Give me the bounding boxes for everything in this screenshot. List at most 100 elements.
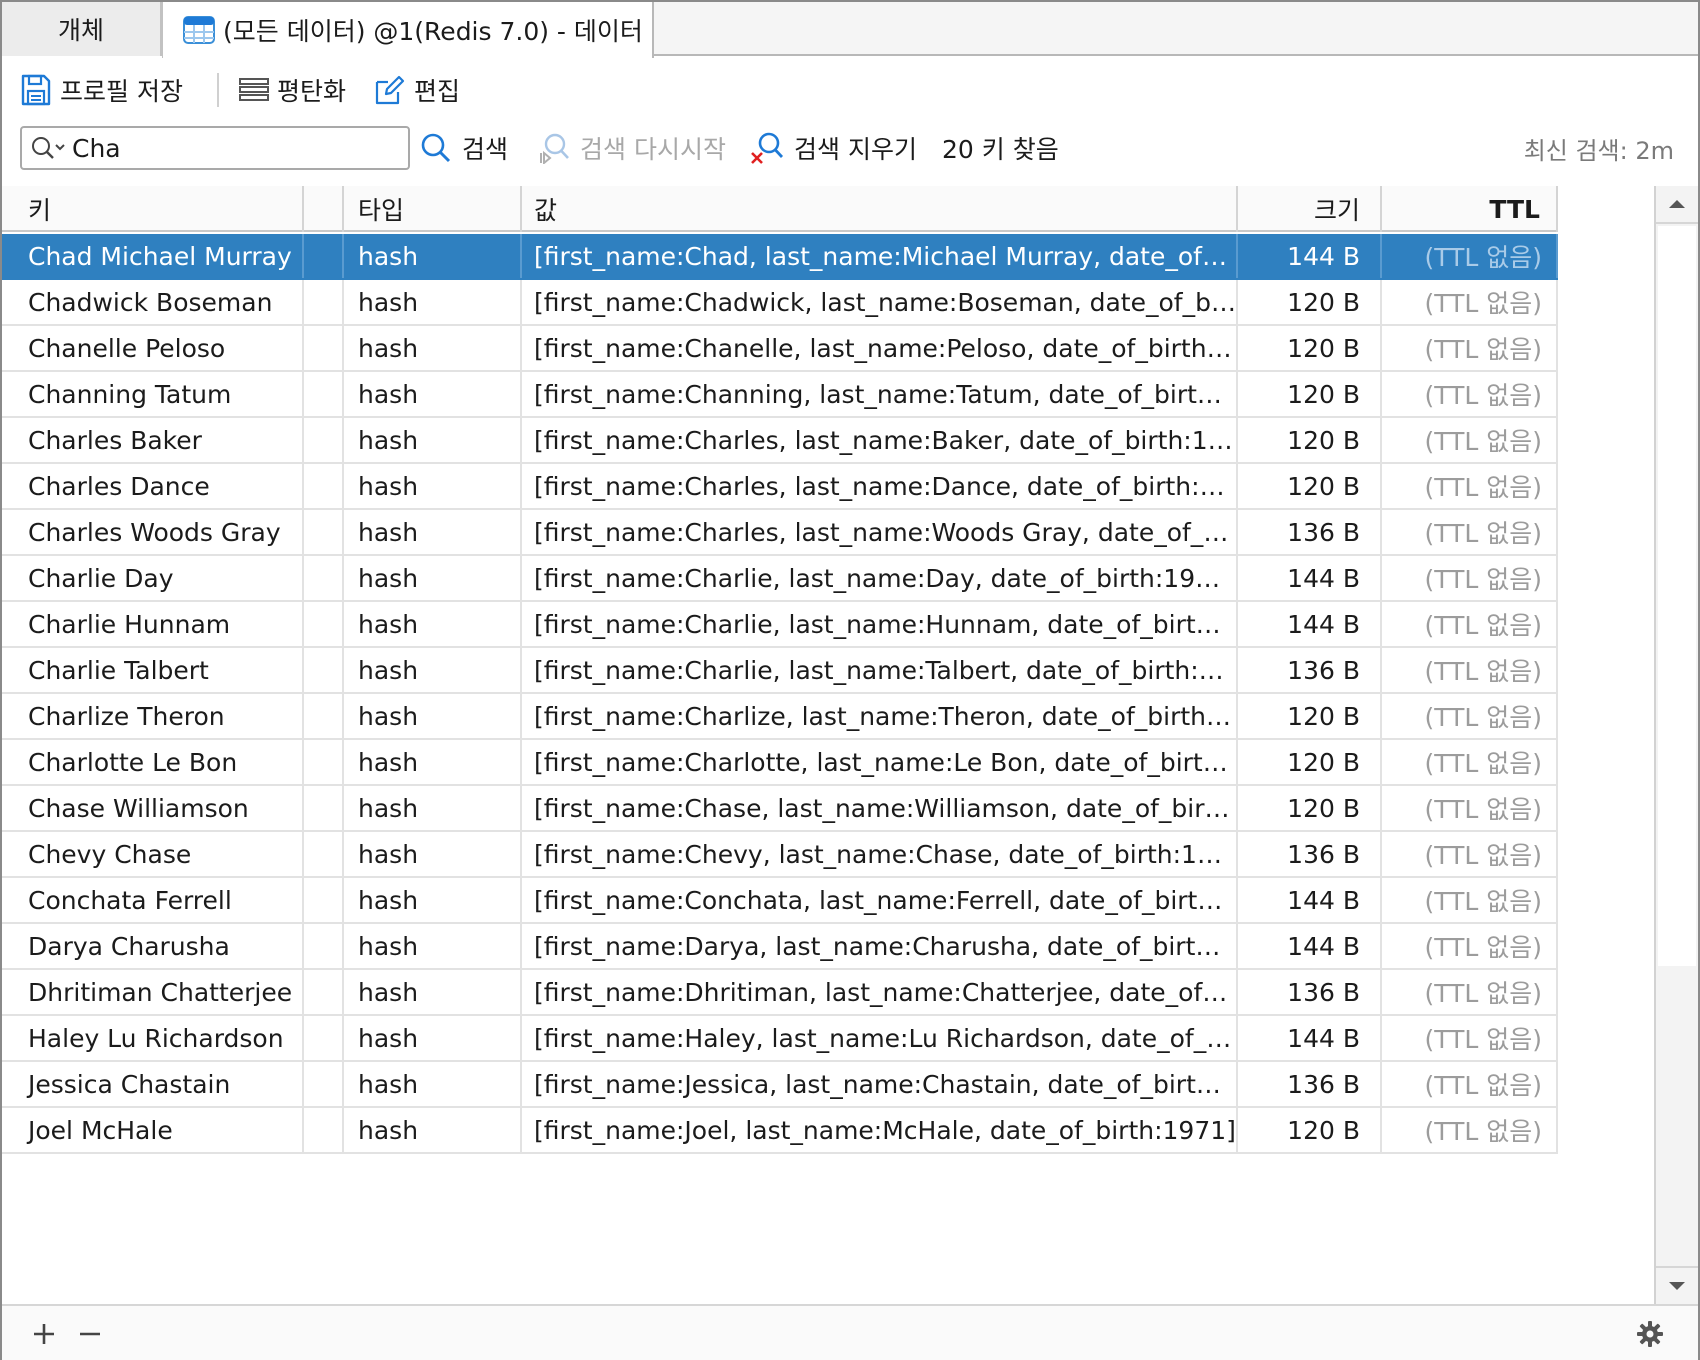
cell-ttl[interactable]: (TTL 없음) bbox=[1382, 510, 1558, 554]
cell-size[interactable]: 120 B bbox=[1238, 372, 1382, 416]
table-row[interactable]: Charlotte Le Bon hash [first_name:Charlott… bbox=[2, 740, 1558, 786]
cell-value[interactable]: [first_name:Darya, last_name:Charusha, d… bbox=[522, 924, 1238, 968]
cell-size[interactable]: 120 B bbox=[1238, 280, 1382, 324]
cell-ttl[interactable]: (TTL 없음) bbox=[1382, 602, 1558, 646]
cell-value[interactable]: [first_name:Chevy, last_name:Chase, date… bbox=[522, 832, 1238, 876]
cell-blank[interactable] bbox=[304, 878, 344, 922]
cell-key[interactable]: Dhritiman Chatterjee bbox=[2, 970, 304, 1014]
cell-blank[interactable] bbox=[304, 280, 344, 324]
edit-button[interactable]: 편집 bbox=[374, 68, 460, 112]
cell-key[interactable]: Chad Michael Murray bbox=[2, 234, 304, 278]
scrollbar-thumb[interactable] bbox=[1658, 226, 1696, 966]
cell-blank[interactable] bbox=[304, 1062, 344, 1106]
table-row[interactable]: Jessica Chastain hash [first_name:Jessica,… bbox=[2, 1062, 1558, 1108]
cell-value[interactable]: [first_name:Joel, last_name:McHale, date… bbox=[522, 1108, 1238, 1152]
cell-size[interactable]: 136 B bbox=[1238, 970, 1382, 1014]
cell-blank[interactable] bbox=[304, 1016, 344, 1060]
cell-type[interactable]: hash bbox=[344, 464, 522, 508]
cell-blank[interactable] bbox=[304, 326, 344, 370]
cell-value[interactable]: [first_name:Charles, last_name:Dance, da… bbox=[522, 464, 1238, 508]
cell-ttl[interactable]: (TTL 없음) bbox=[1382, 648, 1558, 692]
table-row[interactable]: Darya Charusha hash [first_name:Darya, las… bbox=[2, 924, 1558, 970]
save-profile-button[interactable]: 프로필 저장 bbox=[20, 68, 183, 112]
cell-type[interactable]: hash bbox=[344, 1016, 522, 1060]
cell-size[interactable]: 120 B bbox=[1238, 326, 1382, 370]
table-row[interactable]: Charles Woods Gray hash [first_name:Charle… bbox=[2, 510, 1558, 556]
cell-type[interactable]: hash bbox=[344, 1062, 522, 1106]
cell-type[interactable]: hash bbox=[344, 602, 522, 646]
column-header-ttl[interactable]: TTL bbox=[1382, 186, 1558, 232]
cell-key[interactable]: Charles Woods Gray bbox=[2, 510, 304, 554]
cell-blank[interactable] bbox=[304, 740, 344, 784]
cell-type[interactable]: hash bbox=[344, 326, 522, 370]
table-row[interactable]: Dhritiman Chatterjee hash [first_name:Dhri… bbox=[2, 970, 1558, 1016]
cell-size[interactable]: 136 B bbox=[1238, 648, 1382, 692]
settings-button[interactable] bbox=[1632, 1316, 1668, 1352]
cell-key[interactable]: Chanelle Peloso bbox=[2, 326, 304, 370]
search-box[interactable] bbox=[20, 126, 410, 170]
cell-key[interactable]: Charles Dance bbox=[2, 464, 304, 508]
table-row[interactable]: Charlie Talbert hash [first_name:Charlie, … bbox=[2, 648, 1558, 694]
cell-value[interactable]: [first_name:Haley, last_name:Lu Richards… bbox=[522, 1016, 1238, 1060]
cell-ttl[interactable]: (TTL 없음) bbox=[1382, 924, 1558, 968]
cell-type[interactable]: hash bbox=[344, 878, 522, 922]
cell-value[interactable]: [first_name:Charles, last_name:Baker, da… bbox=[522, 418, 1238, 462]
cell-value[interactable]: [first_name:Charlie, last_name:Hunnam, d… bbox=[522, 602, 1238, 646]
cell-blank[interactable] bbox=[304, 970, 344, 1014]
table-row[interactable]: Charlie Hunnam hash [first_name:Charlie, l… bbox=[2, 602, 1558, 648]
cell-key[interactable]: Charles Baker bbox=[2, 418, 304, 462]
cell-type[interactable]: hash bbox=[344, 832, 522, 876]
cell-ttl[interactable]: (TTL 없음) bbox=[1382, 786, 1558, 830]
cell-value[interactable]: [first_name:Chad, last_name:Michael Murr… bbox=[522, 234, 1238, 278]
cell-ttl[interactable]: (TTL 없음) bbox=[1382, 1108, 1558, 1152]
cell-value[interactable]: [first_name:Chase, last_name:Williamson,… bbox=[522, 786, 1238, 830]
cell-value[interactable]: [first_name:Charlize, last_name:Theron, … bbox=[522, 694, 1238, 738]
table-row[interactable]: Chadwick Boseman hash [first_name:Chadwick… bbox=[2, 280, 1558, 326]
cell-value[interactable]: [first_name:Charlie, last_name:Talbert, … bbox=[522, 648, 1238, 692]
cell-value[interactable]: [first_name:Charlie, last_name:Day, date… bbox=[522, 556, 1238, 600]
clear-search-button[interactable]: 검색 지우기 bbox=[750, 126, 917, 170]
cell-key[interactable]: Charlotte Le Bon bbox=[2, 740, 304, 784]
restart-search-button[interactable]: 검색 다시시작 bbox=[538, 126, 726, 170]
cell-type[interactable]: hash bbox=[344, 418, 522, 462]
vertical-scrollbar[interactable] bbox=[1654, 186, 1698, 1304]
column-header-blank[interactable] bbox=[304, 186, 344, 232]
cell-blank[interactable] bbox=[304, 372, 344, 416]
cell-ttl[interactable]: (TTL 없음) bbox=[1382, 1062, 1558, 1106]
add-button[interactable] bbox=[26, 1316, 62, 1352]
table-row[interactable]: Haley Lu Richardson hash [first_name:Haley… bbox=[2, 1016, 1558, 1062]
cell-type[interactable]: hash bbox=[344, 510, 522, 554]
cell-value[interactable]: [first_name:Conchata, last_name:Ferrell,… bbox=[522, 878, 1238, 922]
cell-size[interactable]: 144 B bbox=[1238, 602, 1382, 646]
scroll-up-arrow[interactable] bbox=[1656, 186, 1698, 224]
cell-value[interactable]: [first_name:Chanelle, last_name:Peloso, … bbox=[522, 326, 1238, 370]
cell-type[interactable]: hash bbox=[344, 1108, 522, 1152]
column-header-size[interactable]: 크기 bbox=[1238, 186, 1382, 232]
flatten-button[interactable]: 평탄화 bbox=[238, 68, 346, 112]
column-header-key[interactable]: 키 bbox=[2, 186, 304, 232]
cell-size[interactable]: 120 B bbox=[1238, 740, 1382, 784]
cell-blank[interactable] bbox=[304, 694, 344, 738]
table-row[interactable]: Conchata Ferrell hash [first_name:Conchata… bbox=[2, 878, 1558, 924]
cell-key[interactable]: Charlie Day bbox=[2, 556, 304, 600]
cell-size[interactable]: 120 B bbox=[1238, 464, 1382, 508]
cell-blank[interactable] bbox=[304, 648, 344, 692]
column-header-value[interactable]: 값 bbox=[522, 186, 1238, 232]
cell-type[interactable]: hash bbox=[344, 970, 522, 1014]
tab-data[interactable]: (모든 데이터) @1(Redis 7.0) - 데이터 bbox=[162, 2, 654, 58]
cell-key[interactable]: Channing Tatum bbox=[2, 372, 304, 416]
cell-type[interactable]: hash bbox=[344, 786, 522, 830]
cell-key[interactable]: Joel McHale bbox=[2, 1108, 304, 1152]
cell-key[interactable]: Chase Williamson bbox=[2, 786, 304, 830]
cell-value[interactable]: [first_name:Channing, last_name:Tatum, d… bbox=[522, 372, 1238, 416]
search-dropdown-icon[interactable] bbox=[30, 135, 66, 161]
cell-size[interactable]: 120 B bbox=[1238, 786, 1382, 830]
cell-blank[interactable] bbox=[304, 510, 344, 554]
cell-size[interactable]: 144 B bbox=[1238, 924, 1382, 968]
cell-type[interactable]: hash bbox=[344, 694, 522, 738]
cell-key[interactable]: Haley Lu Richardson bbox=[2, 1016, 304, 1060]
table-row[interactable]: Chase Williamson hash [first_name:Chase, l… bbox=[2, 786, 1558, 832]
cell-size[interactable]: 136 B bbox=[1238, 832, 1382, 876]
table-row[interactable]: Charlize Theron hash [first_name:Charlize,… bbox=[2, 694, 1558, 740]
cell-key[interactable]: Conchata Ferrell bbox=[2, 878, 304, 922]
